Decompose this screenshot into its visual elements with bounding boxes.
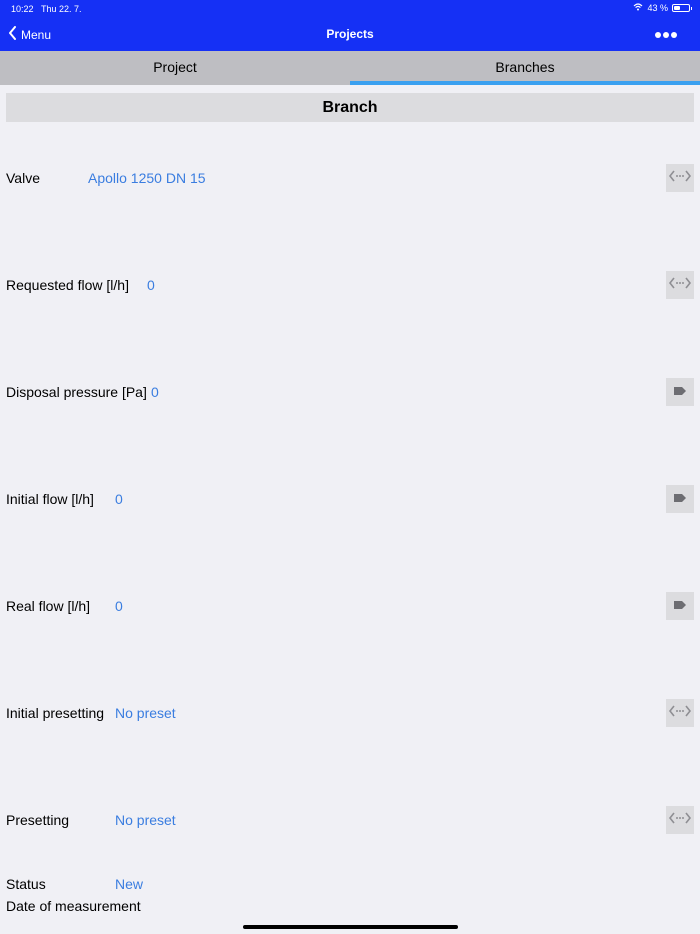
more-horizontal-icon [654, 23, 678, 43]
field-value[interactable]: 0 [115, 491, 123, 507]
battery-icon [672, 4, 692, 12]
swap-arrows-icon [668, 276, 692, 294]
status-time: 10:22 [11, 4, 34, 14]
field-label: Initial flow [l/h] [6, 491, 94, 507]
tag-button[interactable] [666, 378, 694, 406]
field-label: Valve [6, 170, 40, 186]
field-row-real-flow[interactable]: Real flow [l/h] 0 [0, 592, 700, 620]
home-indicator[interactable] [243, 925, 458, 929]
navigation-bar: Menu Projects [0, 18, 700, 51]
status-date: Thu 22. 7. [41, 4, 82, 14]
wifi-icon [633, 3, 643, 13]
field-value[interactable]: 0 [115, 598, 123, 614]
tab-project[interactable]: Project [0, 51, 350, 85]
tag-button[interactable] [666, 485, 694, 513]
field-row-presetting[interactable]: Presetting No preset [0, 806, 700, 834]
field-row-initial-presetting[interactable]: Initial presetting No preset [0, 699, 700, 727]
swap-arrows-button[interactable] [666, 271, 694, 299]
swap-arrows-icon [668, 811, 692, 829]
field-row-valve[interactable]: Valve Apollo 1250 DN 15 [0, 164, 700, 192]
field-value[interactable]: Apollo 1250 DN 15 [88, 170, 206, 186]
section-header-branch: Branch [6, 93, 694, 122]
swap-arrows-button[interactable] [666, 699, 694, 727]
segmented-tabs: Project Branches [0, 51, 700, 85]
field-value[interactable]: 0 [151, 384, 159, 400]
swap-arrows-icon [668, 704, 692, 722]
field-row-requested-flow[interactable]: Requested flow [l/h] 0 [0, 271, 700, 299]
field-value[interactable]: No preset [115, 705, 176, 721]
status-bar: 10:22 Thu 22. 7. 43 % [0, 0, 700, 18]
field-label: Presetting [6, 812, 70, 828]
more-options-button[interactable] [654, 26, 678, 40]
field-label: Initial presetting [6, 705, 105, 721]
field-label: Disposal pressure [Pa] [6, 384, 147, 400]
tag-button[interactable] [666, 592, 694, 620]
field-label: Real flow [l/h] [6, 598, 91, 614]
tab-branches[interactable]: Branches [350, 51, 700, 85]
page-title: Projects [326, 27, 374, 41]
field-value[interactable]: 0 [147, 277, 155, 293]
status-value: New [115, 876, 144, 892]
swap-arrows-button[interactable] [666, 806, 694, 834]
swap-arrows-icon [668, 169, 692, 187]
field-row-status: Status New [0, 870, 700, 898]
field-value[interactable]: No preset [115, 812, 176, 828]
tag-icon [673, 597, 687, 615]
field-label-date-of-measurement: Date of measurement [6, 898, 141, 914]
tag-icon [673, 383, 687, 401]
field-label: Requested flow [l/h] [6, 277, 129, 293]
swap-arrows-button[interactable] [666, 164, 694, 192]
battery-percent: 43 % [647, 3, 668, 13]
field-row-initial-flow[interactable]: Initial flow [l/h] 0 [0, 485, 700, 513]
field-row-disposal-pressure[interactable]: Disposal pressure [Pa] 0 [0, 378, 700, 406]
status-right: 43 % [633, 3, 692, 13]
field-label: Status [6, 876, 46, 892]
tag-icon [673, 490, 687, 508]
